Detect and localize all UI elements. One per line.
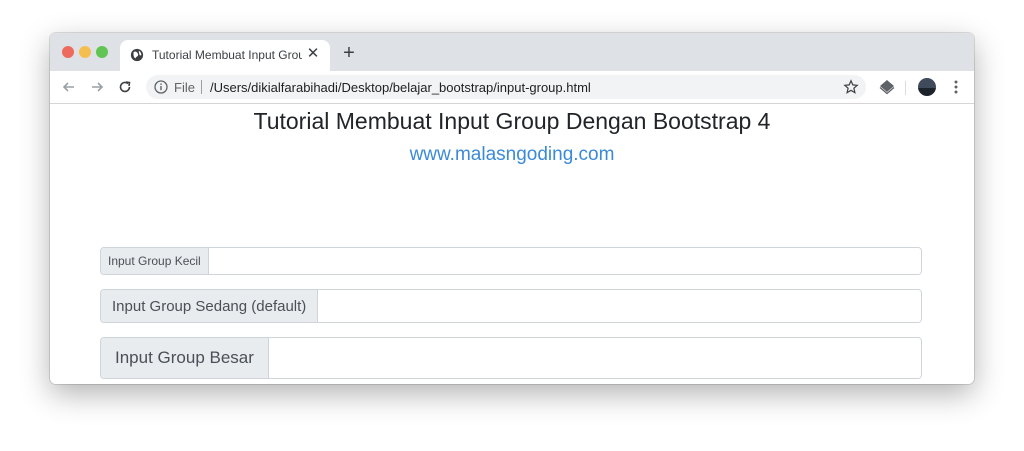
input-group-default: Input Group Sedang (default) [100,289,922,323]
page-title: Tutorial Membuat Input Group Dengan Boot… [253,108,771,134]
reload-icon [119,81,131,93]
input-group-label: Input Group Kecil [101,248,209,274]
browser-window: Tutorial Membuat Input Group Dengan Boot… [50,33,974,384]
address-separator [201,80,202,94]
input-group-default-field[interactable] [318,290,921,322]
tab-title: Tutorial Membuat Input Group Dengan Boot… [152,48,302,62]
toolbar-divider [905,81,906,95]
page-content: Tutorial Membuat Input Group Dengan Boot… [50,104,974,384]
tab-strip: Tutorial Membuat Input Group Dengan Boot… [50,33,974,71]
minimize-window-button[interactable] [79,46,91,58]
back-icon [62,82,74,92]
close-window-button[interactable] [62,46,74,58]
url-text[interactable]: /Users/dikialfarabihadi/Desktop/belajar_… [210,80,591,95]
reload-button[interactable] [114,76,136,98]
back-button[interactable] [58,76,80,98]
browser-toolbar: File /Users/dikialfarabihadi/Desktop/bel… [50,71,974,104]
browser-tab[interactable]: Tutorial Membuat Input Group Dengan Boot… [120,40,330,71]
close-icon[interactable]: ✕ [304,45,322,63]
star-icon[interactable] [843,79,859,95]
menu-icon[interactable] [948,79,964,95]
new-tab-button[interactable]: + [340,43,358,63]
info-icon[interactable] [154,80,168,94]
forward-icon [92,82,104,92]
forward-button[interactable] [86,76,108,98]
page-subtitle: www.malasngoding.com [409,144,615,165]
input-group-large-field[interactable] [268,338,921,378]
avatar[interactable] [918,78,936,96]
input-group-label: Input Group Besar [101,338,269,378]
globe-icon [130,48,144,62]
scheme-label: File [174,80,195,95]
maximize-window-button[interactable] [96,46,108,58]
extension-icon[interactable] [879,79,895,95]
input-group-small: Input Group Kecil [100,247,922,275]
input-group-small-field[interactable] [208,248,921,274]
input-group-label: Input Group Sedang (default) [101,290,319,322]
input-group-large: Input Group Besar [100,337,922,379]
address-bar[interactable]: File /Users/dikialfarabihadi/Desktop/bel… [146,75,866,99]
